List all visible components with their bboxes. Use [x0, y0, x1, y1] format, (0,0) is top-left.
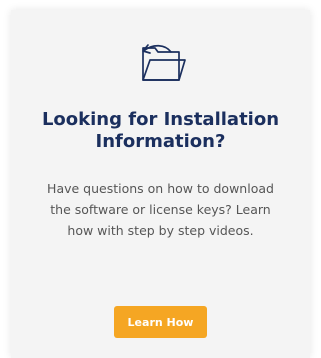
card-description: Have questions on how to download the so… — [47, 181, 274, 238]
icon-container — [11, 38, 310, 86]
folder-arrow-icon — [141, 44, 186, 81]
card-title: Looking for Installation Information? — [41, 109, 280, 152]
learn-how-button[interactable]: Learn How — [114, 306, 207, 338]
info-card: Looking for Installation Information? Ha… — [11, 10, 310, 358]
